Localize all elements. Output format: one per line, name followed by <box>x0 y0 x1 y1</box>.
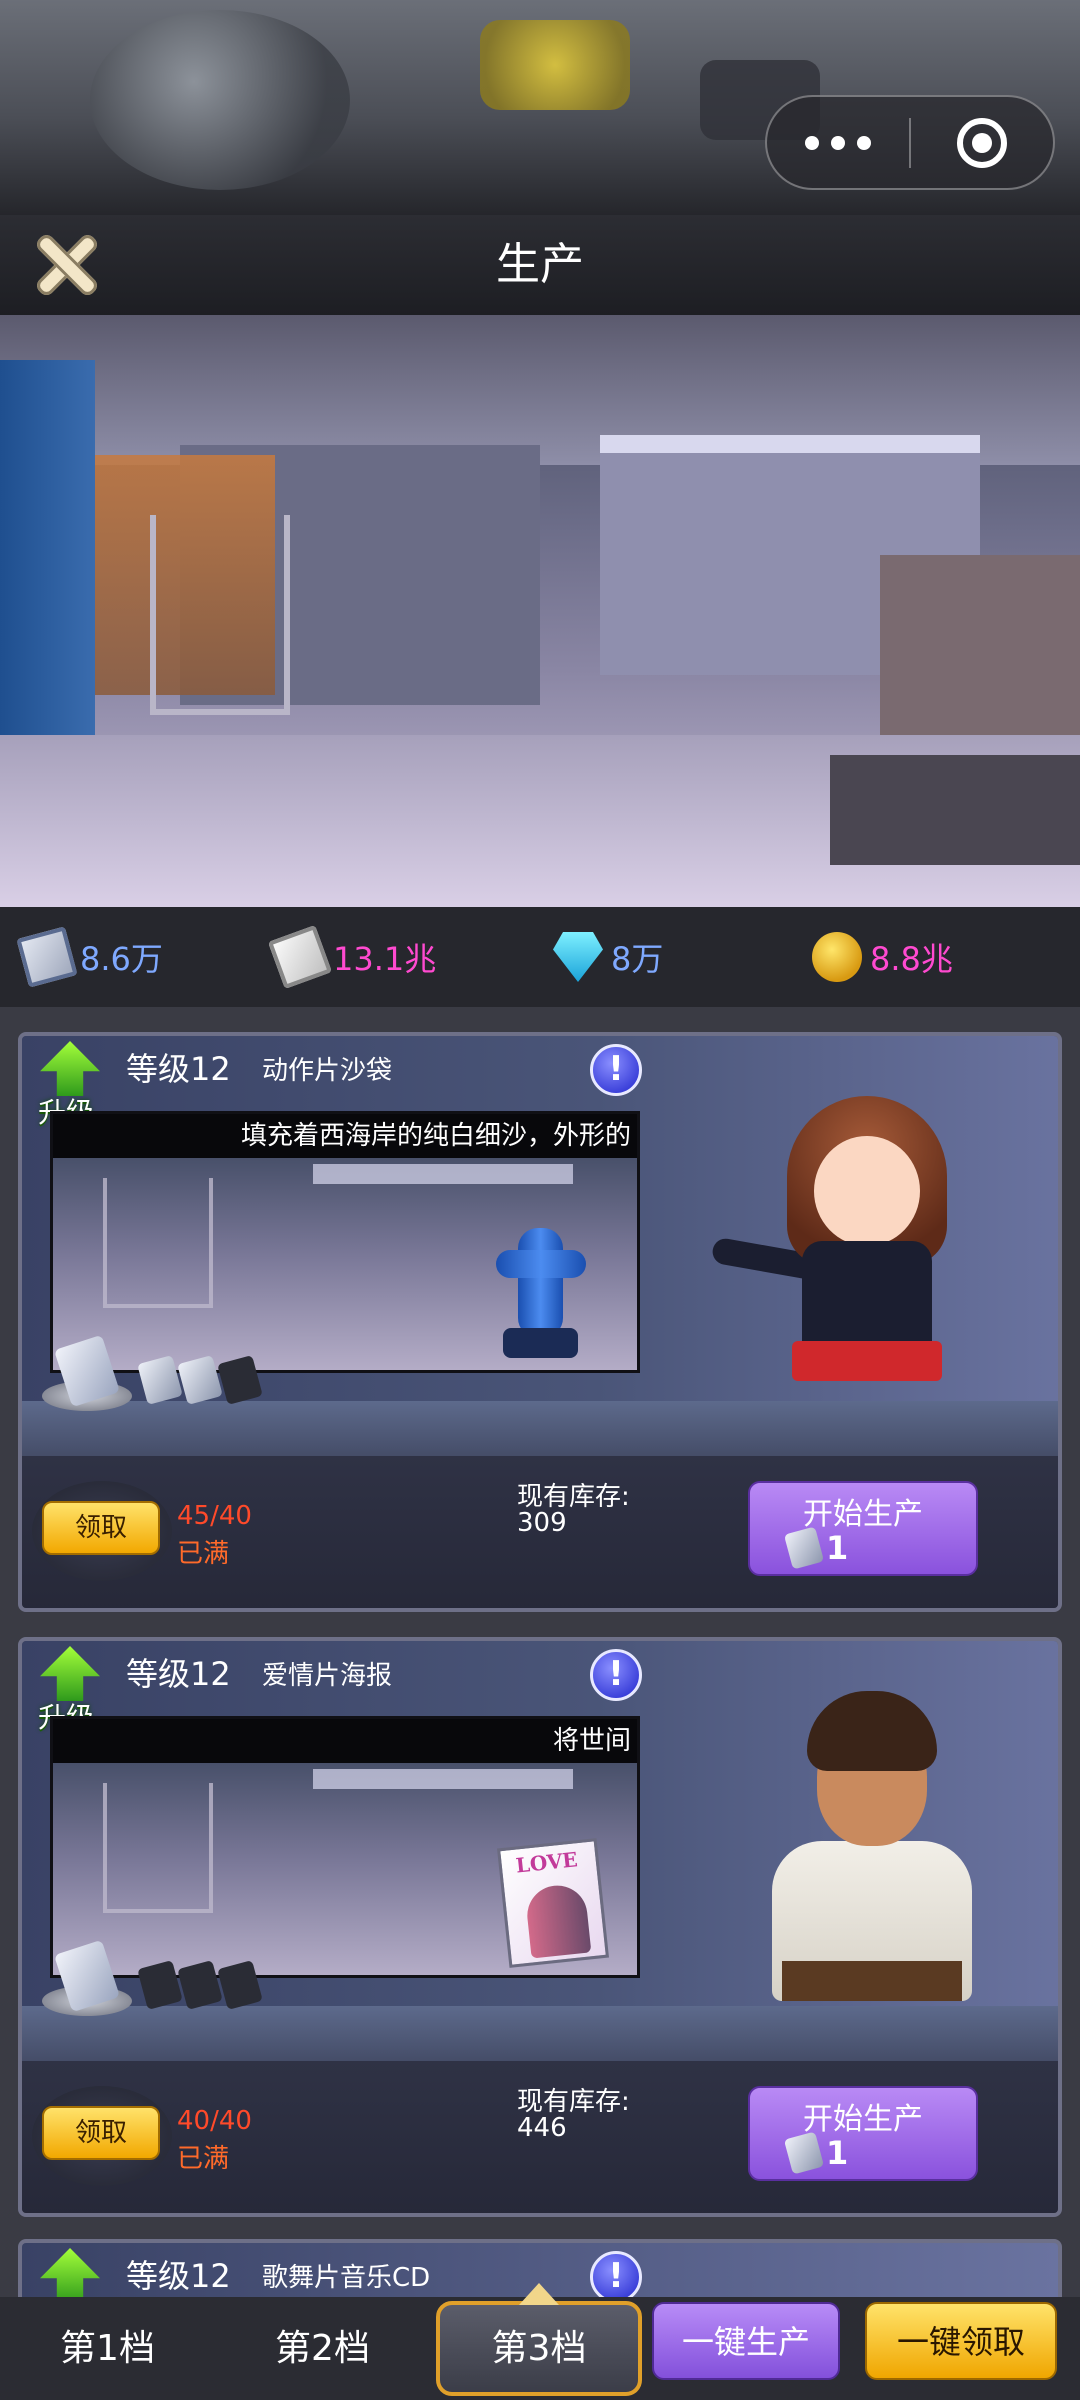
product-name: 爱情片海报 <box>262 1661 393 1691</box>
production-cost: 1 <box>783 2131 848 2175</box>
resource-scroll: 8.6万 <box>16 907 163 1007</box>
scroll-slot-empty-icon <box>217 1355 263 1405</box>
tab-tier-1[interactable]: 第1档 <box>20 2297 195 2400</box>
start-production-button[interactable]: 开始生产 1 <box>748 2086 978 2181</box>
level-label: 等级12 <box>126 1655 231 1693</box>
selected-indicator-icon <box>519 2283 559 2305</box>
blueprint-scroll-icon <box>16 926 78 988</box>
page-title: 生产 <box>496 239 584 290</box>
scroll-slot-filled-icon <box>137 1355 183 1405</box>
punching-bag-icon <box>463 1218 613 1368</box>
output-count: 40/40 <box>177 2106 252 2136</box>
product-description: 填充着西海岸的纯白细沙，外形的 <box>53 1114 637 1158</box>
claim-button[interactable]: 领取 <box>42 2106 160 2160</box>
resource-value: 8.6万 <box>80 940 163 978</box>
product-scene: 将世间 <box>50 1716 640 1978</box>
blueprint-scroll-icon <box>783 1526 825 1570</box>
product-description: 将世间 <box>53 1719 637 1763</box>
diamond-icon <box>553 932 603 982</box>
info-icon[interactable]: ! <box>590 1044 642 1096</box>
resource-bar: 8.6万 13.1兆 8万 8.8兆 <box>0 907 1080 1007</box>
character-man <box>712 1681 1022 2001</box>
scroll-slots <box>42 1939 263 2016</box>
resource-cash: 13.1兆 <box>267 907 437 1007</box>
tab-tier-3[interactable]: 第3档 <box>436 2283 642 2396</box>
more-dots-icon[interactable] <box>767 97 909 188</box>
production-card: 升级 等级12 动作片沙袋 ! 填充着西海岸的纯白细沙，外形的 <box>18 1032 1062 1612</box>
cash-stack-icon <box>267 924 333 990</box>
target-circle-icon[interactable] <box>911 97 1053 188</box>
game-background <box>0 0 1080 215</box>
bg-shape <box>480 20 630 110</box>
full-label: 已满 <box>177 2144 230 2174</box>
resource-value: 8万 <box>611 940 664 978</box>
claim-button[interactable]: 领取 <box>42 1501 160 1555</box>
resource-value: 8.8兆 <box>870 940 953 978</box>
full-label: 已满 <box>177 1539 230 1569</box>
product-scene: 填充着西海岸的纯白细沙，外形的 <box>50 1111 640 1373</box>
start-production-button[interactable]: 开始生产 1 <box>748 1481 978 1576</box>
screen: 生产 8.6万 13.1兆 8万 8.8兆 等级12 动作片沙袋 ! 填充着西海… <box>0 0 1080 2400</box>
start-label: 开始生产 <box>803 2102 923 2137</box>
resource-gold: 8.8兆 <box>812 907 953 1007</box>
love-poster-icon <box>463 1823 613 1973</box>
level-label: 等级12 <box>126 1050 231 1088</box>
scroll-slot-empty-icon <box>217 1960 263 2010</box>
close-icon[interactable] <box>28 227 104 303</box>
info-icon[interactable]: ! <box>590 1649 642 1701</box>
blueprint-scroll-icon <box>783 2131 825 2175</box>
gold-coins-icon <box>812 932 862 982</box>
stock-value: 446 <box>517 2113 567 2143</box>
scroll-slots <box>42 1334 263 1411</box>
character-girl <box>710 1076 1022 1396</box>
scroll-slot-empty-icon <box>177 1960 223 2010</box>
scroll-slot-filled-icon <box>177 1355 223 1405</box>
production-cost: 1 <box>783 1526 848 1570</box>
resource-value: 13.1兆 <box>333 940 437 978</box>
produce-all-button[interactable]: 一键生产 <box>652 2302 840 2380</box>
level-label: 等级12 <box>126 2257 231 2295</box>
stock-value: 309 <box>517 1508 567 1538</box>
output-count: 45/40 <box>177 1501 252 1531</box>
production-list[interactable]: 升级 等级12 动作片沙袋 ! 填充着西海岸的纯白细沙，外形的 <box>0 1007 1080 2297</box>
bg-shape <box>90 10 350 190</box>
scroll-slot-empty-icon <box>137 1960 183 2010</box>
resource-diamond: 8万 <box>553 907 663 1007</box>
product-name: 歌舞片音乐CD <box>262 2263 431 2293</box>
info-icon[interactable]: ! <box>590 2251 642 2297</box>
mini-program-capsule <box>765 95 1055 190</box>
start-label: 开始生产 <box>803 1497 923 1532</box>
production-card: 升级 等级12 爱情片海报 ! 将世间 <box>18 1637 1062 2217</box>
warehouse-banner <box>0 315 1080 907</box>
title-bar: 生产 <box>0 215 1080 315</box>
upgrade-arrow-icon[interactable] <box>40 2248 100 2297</box>
tab-tier-2[interactable]: 第2档 <box>235 2297 410 2400</box>
claim-all-button[interactable]: 一键领取 <box>865 2302 1057 2380</box>
product-name: 动作片沙袋 <box>262 1056 393 1086</box>
